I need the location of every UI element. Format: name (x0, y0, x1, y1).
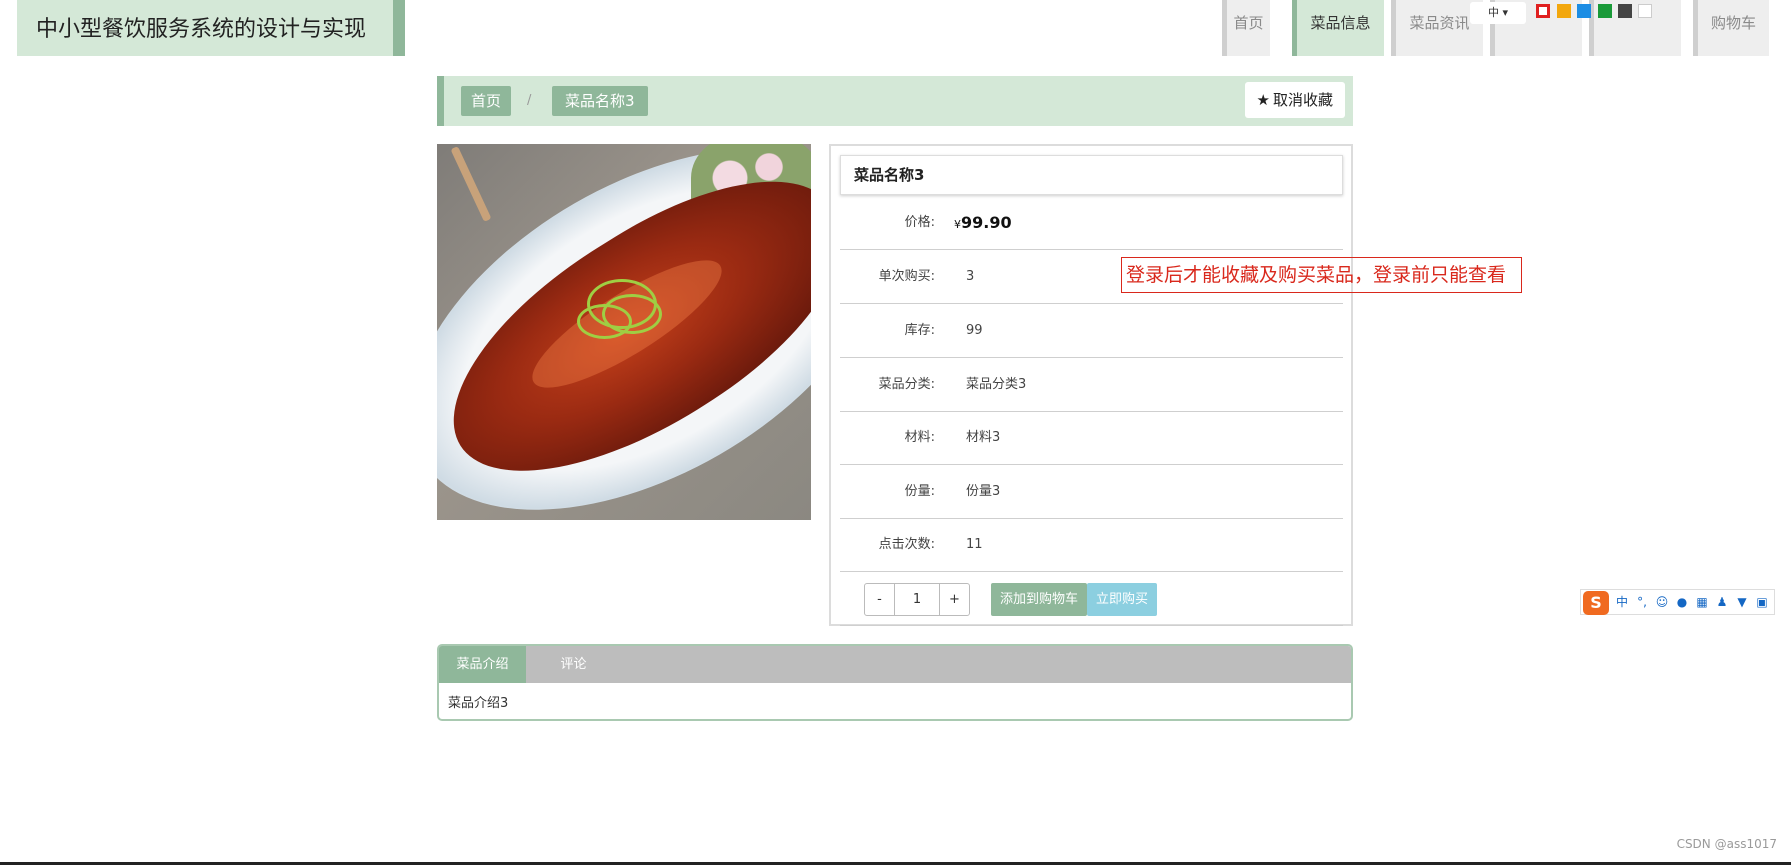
theme-dark-swatch[interactable] (1618, 4, 1632, 18)
dish-name: 菜品名称3 (840, 155, 1343, 195)
login-annotation: 登录后才能收藏及购买菜品，登录前只能查看 (1121, 257, 1522, 293)
add-to-cart-button[interactable]: 添加到购物车 (991, 583, 1088, 616)
theme-red-swatch[interactable] (1536, 4, 1550, 18)
detail-row-stock: 库存: 99 (840, 304, 1343, 358)
price-label: 价格: (904, 215, 935, 230)
detail-row-category: 菜品分类: 菜品分类3 (840, 358, 1343, 412)
detail-row-portion: 份量: 份量3 (840, 465, 1343, 519)
quantity-increase-button[interactable]: + (939, 584, 969, 615)
quantity-stepper: - 1 + (864, 583, 970, 616)
ime-mode-icon[interactable]: 中 (1614, 594, 1630, 610)
dish-tabs: 菜品介绍 评论 菜品介绍3 (437, 644, 1353, 721)
price-value: ¥99.90 (954, 213, 1012, 232)
sogou-logo-icon[interactable]: S (1583, 591, 1609, 615)
theme-orange-swatch[interactable] (1557, 4, 1571, 18)
theme-blue-swatch[interactable] (1577, 4, 1591, 18)
breadcrumb-home[interactable]: 首页 (461, 86, 512, 116)
dish-detail-panel: 菜品名称3 价格: ¥99.90 单次购买: 3 库存: 99 菜品分类: 菜品… (829, 144, 1353, 626)
star-icon: ★ (1256, 91, 1270, 109)
language-toggle[interactable]: 中 ▾ (1470, 2, 1526, 24)
breadcrumb-separator: / (527, 93, 532, 108)
dish-image (437, 144, 811, 520)
unfavorite-label: 取消收藏 (1272, 91, 1333, 109)
keyboard-icon[interactable]: ▦ (1694, 594, 1710, 610)
ime-punctuation-icon[interactable]: °, (1634, 594, 1650, 610)
tab-strip: 菜品介绍 评论 (439, 646, 1351, 683)
buy-now-button[interactable]: 立即购买 (1087, 583, 1158, 616)
nav-cart[interactable]: 购物车 (1693, 0, 1769, 56)
breadcrumb-current: 菜品名称3 (552, 86, 648, 116)
detail-row-ingredients: 材料: 材料3 (840, 411, 1343, 465)
nav-home[interactable]: 首页 (1222, 0, 1270, 56)
nav-dish-info[interactable]: 菜品信息 (1292, 0, 1384, 56)
price-row: 价格: ¥99.90 (840, 196, 1343, 250)
tab-introduction[interactable]: 菜品介绍 (439, 646, 526, 683)
microphone-icon[interactable]: ● (1674, 594, 1690, 610)
site-title: 中小型餐饮服务系统的设计与实现 (36, 17, 367, 42)
breadcrumb: 首页 / 菜品名称3 ★ 取消收藏 (437, 76, 1353, 126)
quantity-input[interactable]: 1 (895, 584, 939, 615)
purchase-actions: - 1 + 添加到购物车 立即购买 (840, 572, 1343, 626)
user-icon[interactable]: ♟ (1714, 594, 1730, 610)
site-title-banner: 中小型餐饮服务系统的设计与实现 (17, 0, 405, 56)
detail-row-clicks: 点击次数: 11 (840, 518, 1343, 572)
quantity-decrease-button[interactable]: - (865, 584, 895, 615)
emoji-icon[interactable]: ☺ (1654, 594, 1670, 610)
ime-toolbar: S 中 °, ☺ ● ▦ ♟ ▼ ▣ (1580, 589, 1775, 615)
theme-green-swatch[interactable] (1598, 4, 1612, 18)
watermark: CSDN @ass1017 (1676, 837, 1777, 851)
toolbox-icon[interactable]: ▣ (1754, 594, 1770, 610)
skin-icon[interactable]: ▼ (1734, 594, 1750, 610)
unfavorite-button[interactable]: ★ 取消收藏 (1244, 82, 1345, 118)
tab-comments[interactable]: 评论 (530, 646, 617, 683)
theme-white-swatch[interactable] (1638, 4, 1652, 18)
tab-content: 菜品介绍3 (448, 696, 509, 711)
